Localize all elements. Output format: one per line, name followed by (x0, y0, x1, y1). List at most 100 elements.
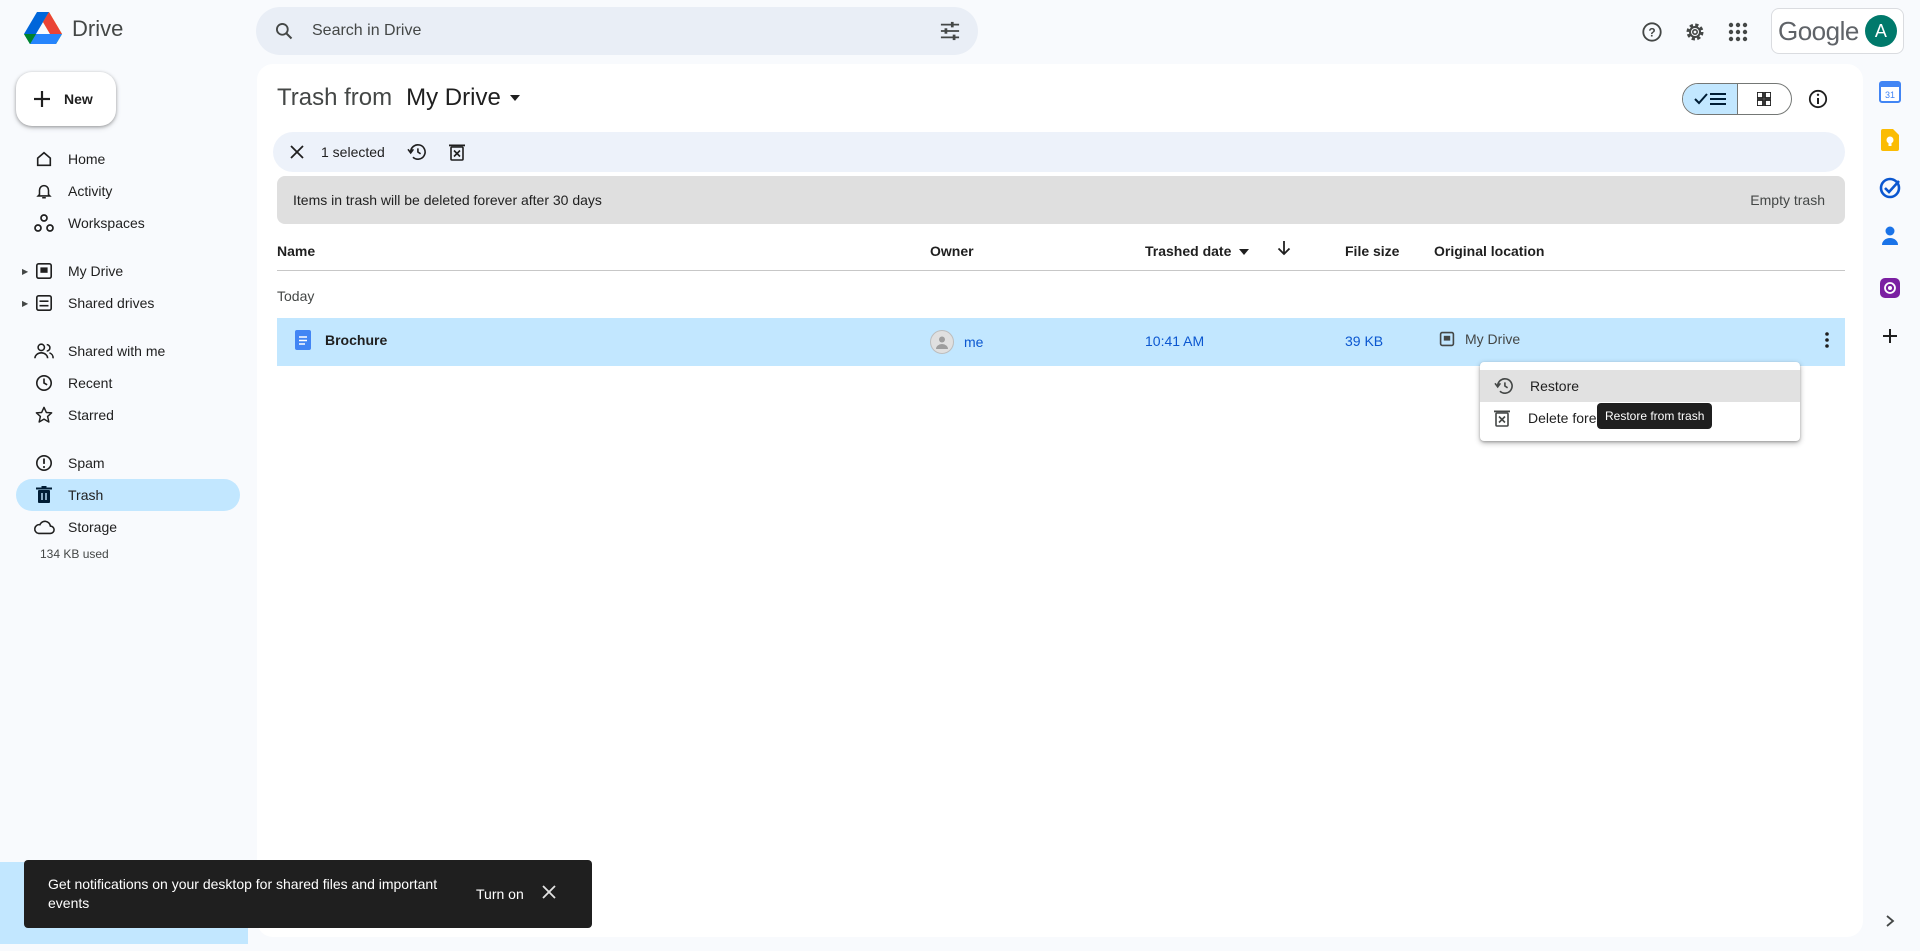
sidebar-item-shared-drives[interactable]: ▶ Shared drives (16, 287, 240, 319)
column-header-file-size[interactable]: File size (1345, 243, 1399, 259)
context-menu: Restore Delete fore (1480, 362, 1800, 441)
sidebar-item-label: Starred (68, 407, 114, 423)
check-icon (1694, 93, 1708, 105)
new-button[interactable]: New (16, 72, 116, 126)
location-dropdown[interactable]: My Drive (406, 84, 521, 112)
sidebar-item-label: Activity (68, 183, 113, 199)
close-icon[interactable] (542, 884, 556, 904)
sidebar-item-label: Recent (68, 375, 113, 391)
sidebar-item-my-drive[interactable]: ▶ My Drive (16, 255, 240, 287)
bell-icon (32, 182, 56, 200)
page-title-prefix: Trash from (277, 84, 393, 111)
google-wordmark: Google (1778, 15, 1859, 46)
sidebar-item-activity[interactable]: Activity (16, 175, 240, 207)
column-header-original-location[interactable]: Original location (1434, 243, 1544, 259)
sidebar-item-label: Trash (68, 487, 104, 503)
clock-icon (32, 374, 56, 392)
search-input[interactable] (312, 22, 922, 40)
contacts-icon[interactable] (1876, 222, 1904, 250)
plus-icon (34, 91, 50, 107)
svg-text:31: 31 (1885, 90, 1895, 100)
help-icon[interactable]: ? (1634, 14, 1670, 50)
app-name: Drive (72, 16, 124, 41)
list-view-button[interactable] (1683, 84, 1738, 114)
grid-view-button[interactable] (1738, 84, 1792, 114)
search-options-icon[interactable] (922, 21, 978, 41)
calendar-icon[interactable]: 31 (1876, 78, 1904, 106)
restore-icon (1494, 377, 1513, 394)
sidebar-item-storage[interactable]: Storage (16, 511, 240, 543)
google-doc-icon (295, 330, 311, 350)
avatar: A (1864, 15, 1897, 47)
sidebar-item-trash[interactable]: Trash (16, 479, 240, 511)
sidebar-item-workspaces[interactable]: Workspaces (16, 207, 240, 239)
add-app-plus-icon[interactable] (1876, 322, 1904, 350)
group-label-today: Today (277, 288, 315, 304)
notification-snackbar: Get notifications on your desktop for sh… (24, 860, 592, 928)
home-icon (32, 150, 56, 168)
expand-arrow-icon[interactable]: ▶ (22, 267, 28, 276)
turn-on-button[interactable]: Turn on (476, 886, 524, 902)
cloud-icon (32, 519, 56, 535)
menu-item-label: Delete fore (1528, 410, 1597, 426)
delete-forever-icon (1494, 410, 1510, 427)
sort-direction-arrow-icon[interactable] (1277, 240, 1291, 259)
drive-logo[interactable]: Drive (24, 12, 123, 46)
menu-item-restore[interactable]: Restore (1480, 370, 1800, 402)
original-location-cell[interactable]: My Drive (1439, 331, 1520, 347)
main-panel: Trash from My Drive 1 selected Items in … (257, 64, 1863, 937)
apps-grid-icon[interactable] (1720, 14, 1756, 50)
column-header-trashed-date[interactable]: Trashed date (1145, 243, 1250, 259)
sidebar-item-home[interactable]: Home (16, 143, 240, 175)
info-icon[interactable] (1802, 83, 1834, 115)
keep-icon[interactable] (1876, 126, 1904, 154)
owner-name: me (964, 334, 984, 350)
top-bar: Drive ? Google A (0, 0, 1920, 64)
trashed-date: 10:41 AM (1145, 333, 1205, 349)
column-header-name[interactable]: Name (277, 243, 315, 259)
star-icon (32, 406, 56, 424)
search-bar[interactable] (256, 7, 978, 55)
column-header-owner[interactable]: Owner (930, 243, 974, 259)
owner-cell: me (930, 330, 983, 354)
delete-forever-icon[interactable] (441, 136, 473, 168)
more-actions-icon[interactable] (1825, 332, 1829, 348)
gemini-app-icon[interactable] (1876, 274, 1904, 302)
workspaces-icon (32, 214, 56, 232)
selection-toolbar: 1 selected (273, 132, 1845, 172)
view-toggle[interactable] (1682, 83, 1792, 115)
table-header: Name Owner Trashed date File size Origin… (277, 230, 1845, 271)
sidebar-item-label: Spam (68, 455, 105, 471)
owner-avatar-icon (930, 330, 954, 354)
expand-side-panel-chevron-icon[interactable] (1885, 914, 1895, 933)
sidebar-item-label: Shared drives (68, 295, 155, 311)
column-header-trashed-date-label: Trashed date (1145, 243, 1232, 259)
my-drive-icon (1439, 331, 1455, 347)
original-location: My Drive (1465, 331, 1521, 347)
caret-down-icon (1239, 249, 1250, 256)
svg-text:?: ? (1648, 26, 1655, 40)
restore-icon[interactable] (401, 136, 433, 168)
clear-selection-close-icon[interactable] (281, 136, 313, 168)
expand-arrow-icon[interactable]: ▶ (22, 299, 28, 308)
sidebar-item-spam[interactable]: Spam (16, 447, 240, 479)
selection-count: 1 selected (321, 144, 385, 160)
list-icon (1709, 93, 1726, 105)
tasks-icon[interactable] (1876, 174, 1904, 202)
file-name-cell[interactable]: Brochure (295, 330, 387, 350)
trash-notice-text: Items in trash will be deleted forever a… (293, 192, 602, 208)
search-icon[interactable] (256, 21, 312, 41)
grid-icon (1757, 92, 1772, 106)
sidebar-item-starred[interactable]: Starred (16, 399, 240, 431)
sidebar-item-shared-with-me[interactable]: Shared with me (16, 335, 240, 367)
google-account-button[interactable]: Google A (1771, 8, 1904, 54)
drive-logo-icon (24, 12, 62, 44)
empty-trash-button[interactable]: Empty trash (1750, 192, 1825, 208)
settings-gear-icon[interactable] (1677, 14, 1713, 50)
my-drive-icon (32, 262, 56, 280)
sidebar-item-recent[interactable]: Recent (16, 367, 240, 399)
sidebar-item-label: Home (68, 151, 106, 167)
file-size: 39 KB (1345, 333, 1384, 349)
table-row[interactable]: Brochure me 10:41 AM 39 KB My Drive (277, 318, 1845, 366)
sidebar-item-label: Shared with me (68, 343, 166, 359)
